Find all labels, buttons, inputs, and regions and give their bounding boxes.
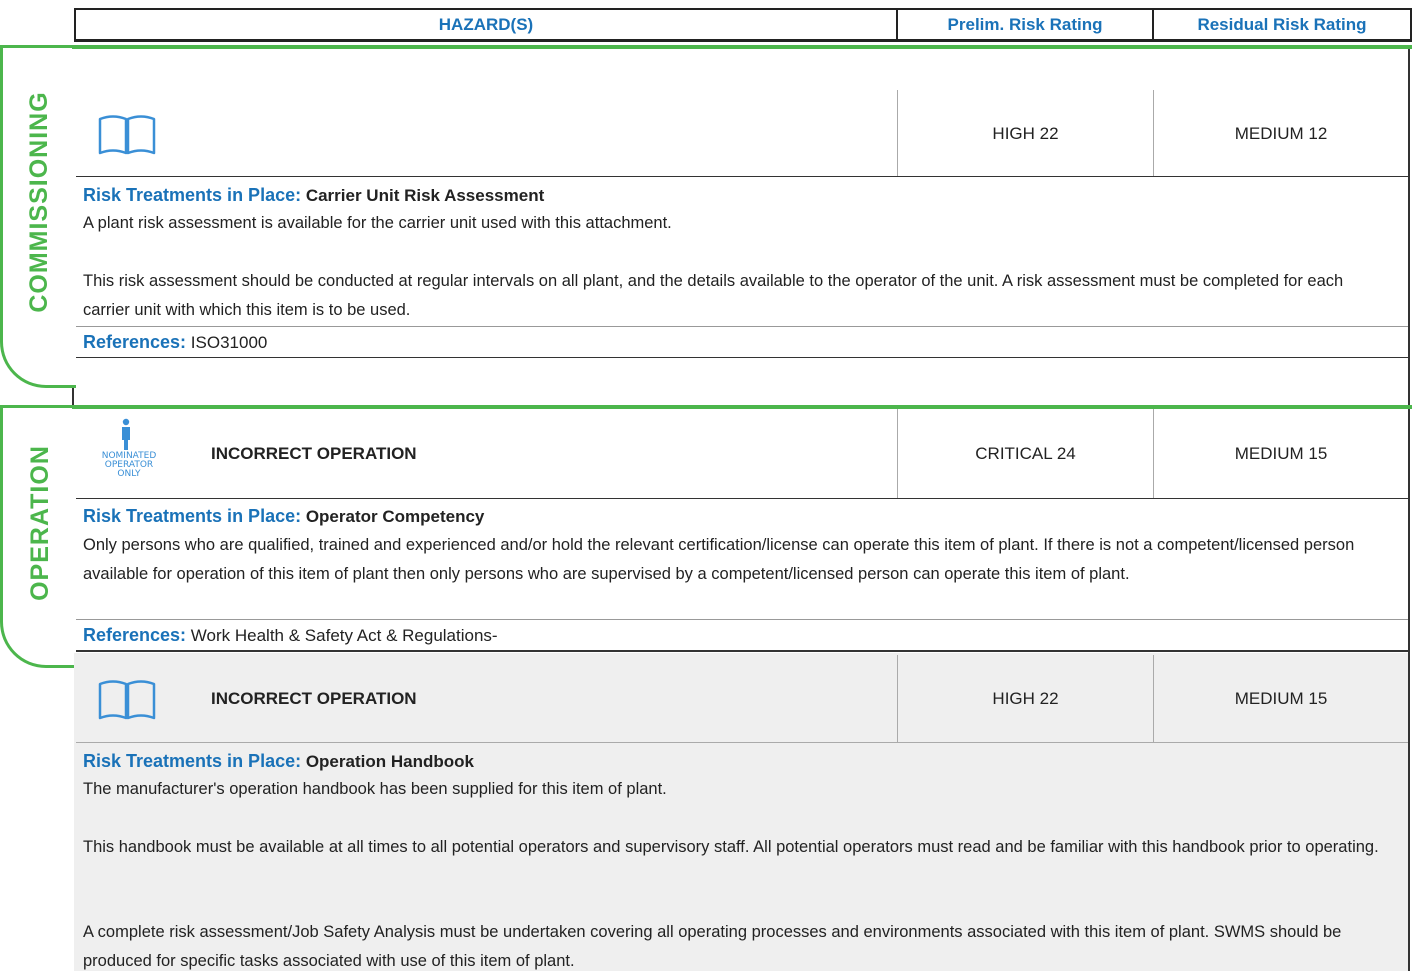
risk-treatment-heading: Risk Treatments in Place: Carrier Unit R… bbox=[83, 185, 545, 205]
hazard-name: INCORRECT OPERATION bbox=[211, 688, 417, 708]
treatment-paragraph: This risk assessment should be conducted… bbox=[83, 272, 1344, 319]
prelim-rating-value: HIGH 22 bbox=[992, 123, 1059, 143]
nominated-operator-icon: NOMINATED OPERATOR ONLY bbox=[98, 418, 170, 488]
operation-section-label: OPERATION bbox=[25, 445, 54, 601]
risk-treatment-heading: Risk Treatments in Place: Operation Hand… bbox=[83, 751, 474, 771]
row-divider bbox=[76, 742, 1408, 743]
table-left-edge bbox=[72, 388, 74, 406]
row-divider bbox=[76, 498, 1408, 499]
row-divider bbox=[76, 326, 1408, 327]
row-divider bbox=[76, 650, 1408, 652]
handbook-icon bbox=[97, 678, 157, 720]
header-residual-rating: Residual Risk Rating bbox=[1152, 8, 1412, 42]
hazard-name: INCORRECT OPERATION bbox=[211, 444, 417, 463]
prelim-rating-value: CRITICAL 24 bbox=[975, 444, 1076, 463]
references-line: References: Work Health & Safety Act & R… bbox=[83, 625, 498, 645]
table-right-edge bbox=[1408, 49, 1410, 406]
treatment-paragraph: A complete risk assessment/Job Safety An… bbox=[83, 923, 1342, 970]
risk-treatment-heading: Risk Treatments in Place: Operator Compe… bbox=[83, 506, 485, 526]
row-divider bbox=[76, 619, 1408, 620]
commissioning-section-line bbox=[72, 45, 1412, 49]
residual-rating-value: MEDIUM 15 bbox=[1234, 688, 1328, 708]
residual-rating-value: MEDIUM 15 bbox=[1234, 444, 1328, 463]
prelim-rating-value: HIGH 22 bbox=[992, 688, 1059, 708]
handbook-icon bbox=[97, 113, 157, 155]
table-right-edge bbox=[1408, 409, 1410, 971]
row-divider bbox=[76, 357, 1408, 358]
row-divider bbox=[76, 176, 1408, 177]
treatment-paragraph: Only persons who are qualified, trained … bbox=[83, 536, 1355, 583]
treatment-paragraph: The manufacturer's operation handbook ha… bbox=[83, 780, 667, 798]
treatment-paragraph: A plant risk assessment is available for… bbox=[83, 214, 672, 232]
header-hazards: HAZARD(S) bbox=[74, 8, 898, 42]
references-line: References: ISO31000 bbox=[83, 332, 268, 352]
header-prelim-rating: Prelim. Risk Rating bbox=[896, 8, 1154, 42]
treatment-paragraph: This handbook must be available at all t… bbox=[83, 838, 1379, 856]
commissioning-section-label: COMMISSIONING bbox=[24, 91, 53, 313]
residual-rating-value: MEDIUM 12 bbox=[1234, 123, 1328, 143]
